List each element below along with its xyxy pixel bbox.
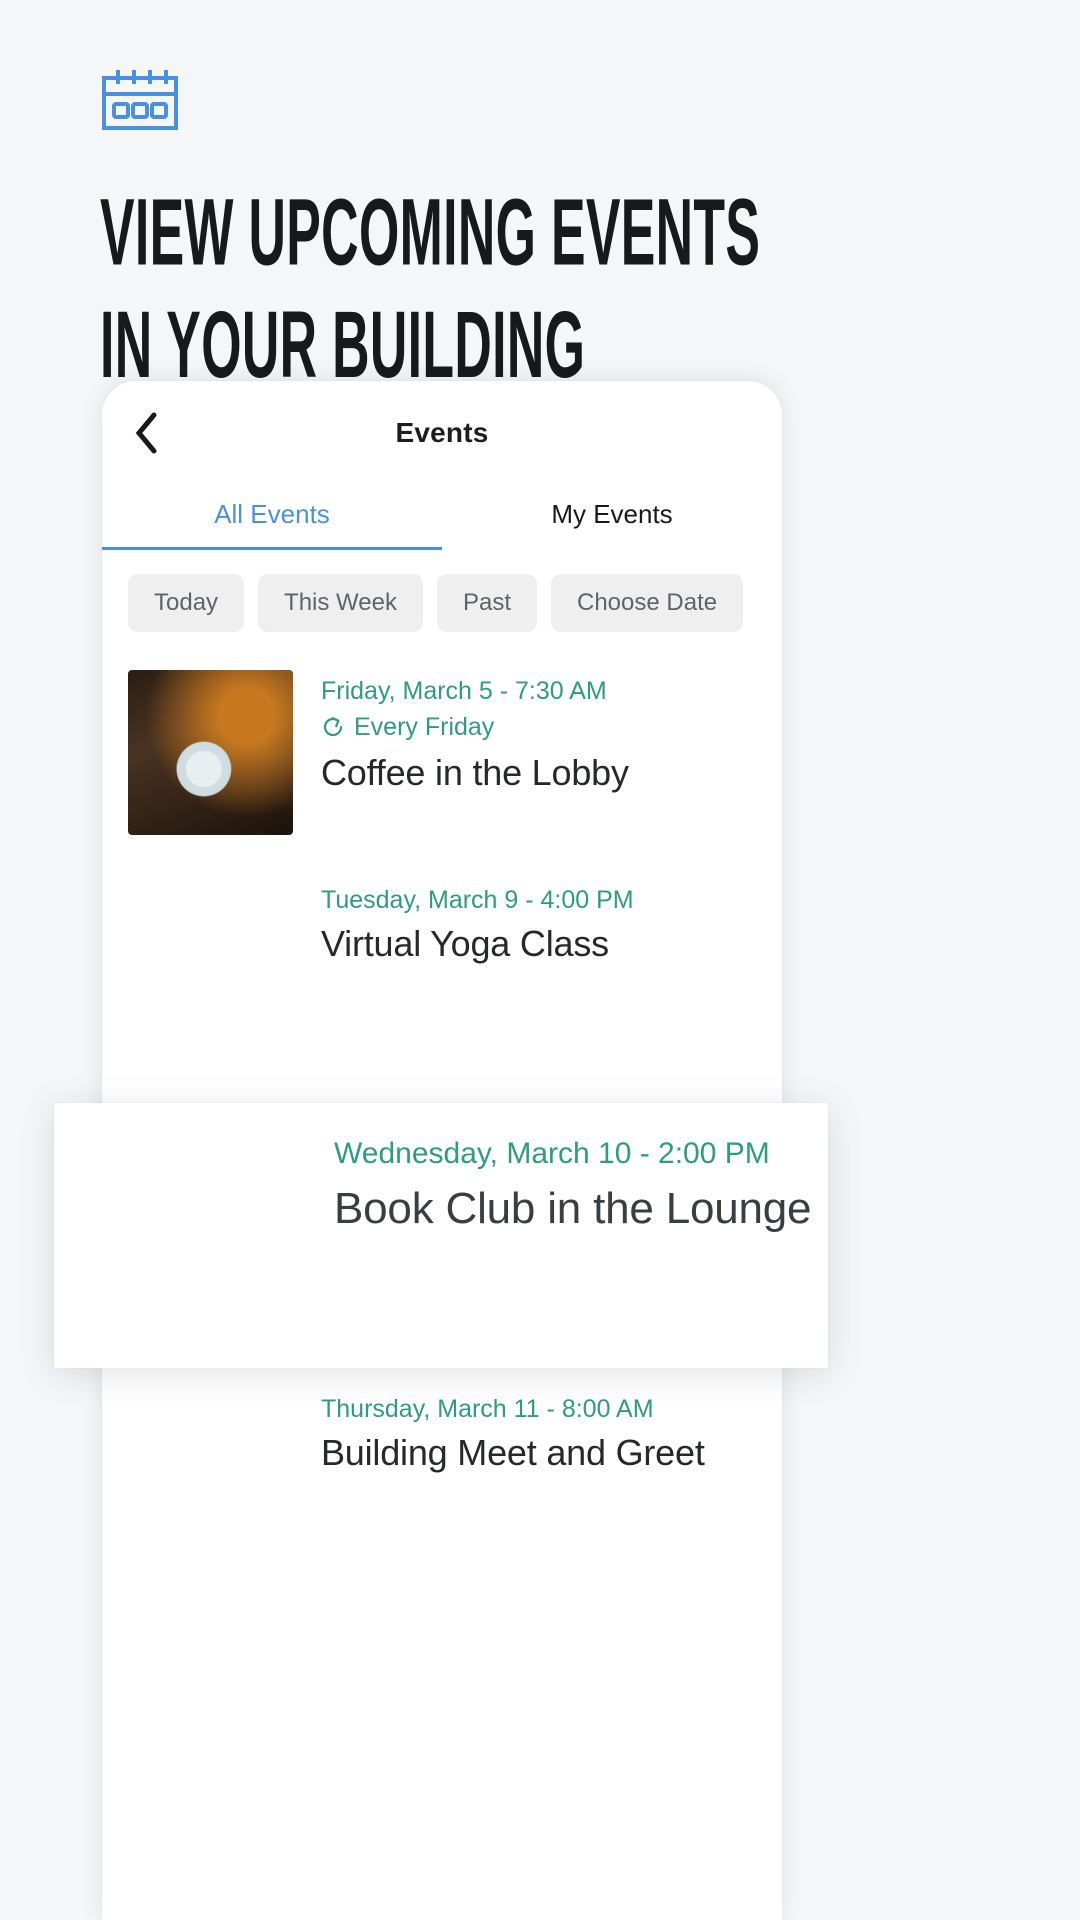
event-date: Wednesday, March 10 - 2:00 PM (334, 1137, 770, 1170)
tab-all-events-label: All Events (214, 499, 330, 529)
event-title: Book Club in the Lounge (334, 1184, 812, 1233)
chevron-left-icon (135, 412, 157, 454)
list-item[interactable]: Tuesday, March 9 - 4:00 PM Virtual Yoga … (128, 857, 756, 1066)
event-thumbnail (128, 879, 293, 1044)
event-title: Building Meet and Greet (321, 1432, 705, 1473)
event-meta: Thursday, March 11 - 8:00 AM Building Me… (321, 1388, 705, 1474)
event-date: Friday, March 5 - 7:30 AM (321, 677, 607, 705)
filter-chip-choose-date[interactable]: Choose Date (551, 574, 744, 632)
tab-bar: All Events My Events (102, 485, 782, 550)
tab-my-events[interactable]: My Events (442, 485, 782, 550)
list-item[interactable]: Friday, March 5 - 7:30 AM Every Friday C… (128, 648, 756, 857)
event-meta: Friday, March 5 - 7:30 AM Every Friday C… (321, 670, 629, 794)
highlighted-event-card[interactable]: Wednesday, March 10 - 2:00 PM Book Club … (54, 1103, 828, 1368)
back-button[interactable] (118, 404, 176, 462)
filter-chip-this-week[interactable]: This Week (258, 574, 423, 632)
filter-chip-past[interactable]: Past (436, 574, 537, 632)
calendar-icon (102, 70, 178, 130)
event-recurrence-label: Every Friday (354, 713, 495, 741)
list-item[interactable]: Thursday, March 11 - 8:00 AM Building Me… (128, 1366, 756, 1575)
event-date: Thursday, March 11 - 8:00 AM (321, 1395, 654, 1423)
tab-my-events-label: My Events (551, 499, 673, 529)
nav-title: Events (395, 417, 489, 448)
coffee-cup-photo (128, 670, 293, 835)
tab-all-events[interactable]: All Events (102, 485, 442, 550)
event-recurrence: Every Friday (321, 708, 629, 746)
promo-header: VIEW UPCOMING EVENTS IN YOUR BUILDING (0, 0, 1080, 397)
event-date: Tuesday, March 9 - 4:00 PM (321, 886, 634, 914)
page-title: VIEW UPCOMING EVENTS IN YOUR BUILDING (100, 178, 761, 398)
repeat-icon (323, 717, 343, 737)
event-title: Coffee in the Lobby (321, 752, 629, 793)
filter-chip-row: Today This Week Past Choose Date (102, 550, 782, 648)
event-thumbnail (128, 670, 293, 835)
filter-chip-today[interactable]: Today (128, 574, 245, 632)
event-meta: Tuesday, March 9 - 4:00 PM Virtual Yoga … (321, 879, 634, 965)
event-thumbnail (128, 1388, 293, 1553)
app-nav-bar: Events (102, 381, 782, 485)
event-thumbnail (82, 1130, 304, 1342)
event-title: Virtual Yoga Class (321, 923, 609, 964)
event-meta: Wednesday, March 10 - 2:00 PM Book Club … (334, 1130, 812, 1234)
